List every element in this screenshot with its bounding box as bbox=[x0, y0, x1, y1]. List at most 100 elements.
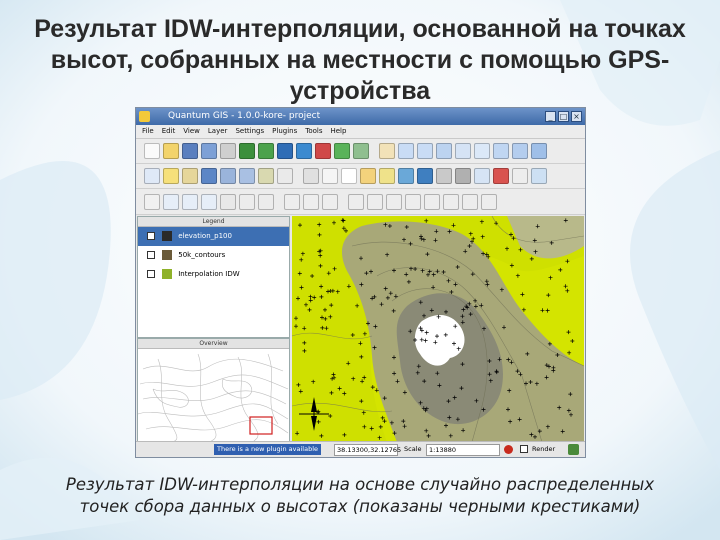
simplify-icon[interactable] bbox=[405, 193, 421, 210]
copy-features-icon[interactable] bbox=[367, 193, 383, 210]
layer-name: 50k_contours bbox=[178, 251, 226, 259]
scale-bar-icon[interactable] bbox=[360, 168, 376, 184]
layer-item-contours[interactable]: 50k_contours bbox=[138, 246, 289, 265]
zoom-out-icon[interactable] bbox=[417, 143, 433, 159]
plugin-update-message[interactable]: There is a new plugin available bbox=[214, 444, 322, 455]
select-icon[interactable] bbox=[163, 168, 179, 184]
gps-icon[interactable] bbox=[379, 168, 395, 184]
new-vector-icon[interactable] bbox=[334, 143, 350, 159]
maximize-button[interactable]: □ bbox=[558, 111, 569, 122]
layer-name: elevation_p100 bbox=[178, 232, 232, 240]
raster-layer-icon bbox=[162, 269, 172, 279]
open-project-icon[interactable] bbox=[163, 143, 179, 159]
scale-input[interactable]: 1:13880 bbox=[426, 444, 500, 456]
point-layer-icon bbox=[162, 231, 172, 241]
menubar: File Edit View Layer Settings Plugins To… bbox=[136, 125, 585, 139]
window-title: Quantum GIS - 1.0.0-kore- project bbox=[168, 111, 321, 121]
rotate-icon[interactable] bbox=[481, 193, 497, 210]
paste-features-icon[interactable] bbox=[386, 193, 402, 210]
menu-tools[interactable]: Tools bbox=[305, 125, 322, 138]
layer-item-elevation[interactable]: elevation_p100 bbox=[138, 227, 289, 246]
layer-visibility-checkbox[interactable] bbox=[147, 251, 155, 259]
pan-icon[interactable] bbox=[379, 143, 395, 159]
measure-area-icon[interactable] bbox=[239, 168, 255, 184]
add-island-icon[interactable] bbox=[258, 193, 274, 210]
refresh-icon[interactable] bbox=[512, 143, 528, 159]
layer-visibility-checkbox[interactable] bbox=[147, 270, 155, 278]
measure-line-icon[interactable] bbox=[220, 168, 236, 184]
legend-header: Legend bbox=[138, 217, 289, 227]
menu-file[interactable]: File bbox=[142, 125, 154, 138]
save-project-icon[interactable] bbox=[182, 143, 198, 159]
bookmark-icon[interactable] bbox=[277, 168, 293, 184]
help-icon[interactable] bbox=[531, 143, 547, 159]
map-canvas[interactable] bbox=[292, 216, 584, 442]
reshape-icon[interactable] bbox=[462, 193, 478, 210]
slide-caption: Результат IDW-интерполяции на основе слу… bbox=[65, 475, 655, 516]
split-features-icon[interactable] bbox=[424, 193, 440, 210]
layer-properties-icon[interactable] bbox=[353, 143, 369, 159]
toggle-editing-icon[interactable] bbox=[144, 193, 160, 210]
stop-render-icon[interactable] bbox=[504, 445, 513, 454]
add-postgis-icon[interactable] bbox=[277, 143, 293, 159]
add-vertex-icon[interactable] bbox=[284, 193, 300, 210]
grass-icon[interactable] bbox=[398, 168, 414, 184]
layer-visibility-checkbox[interactable] bbox=[147, 232, 155, 240]
add-ring-icon[interactable] bbox=[239, 193, 255, 210]
raster-terrain-icon[interactable] bbox=[455, 168, 471, 184]
menu-help[interactable]: Help bbox=[330, 125, 346, 138]
legend-panel: Legend elevation_p100 50k_contours Inter… bbox=[137, 216, 290, 338]
projection-icon[interactable] bbox=[568, 444, 579, 455]
move-feature-icon[interactable] bbox=[220, 193, 236, 210]
menu-settings[interactable]: Settings bbox=[235, 125, 264, 138]
capture-point-icon[interactable] bbox=[163, 193, 179, 210]
move-vertex-icon[interactable] bbox=[303, 193, 319, 210]
menu-layer[interactable]: Layer bbox=[208, 125, 228, 138]
identify-icon[interactable] bbox=[144, 168, 160, 184]
remove-layer-icon[interactable] bbox=[315, 143, 331, 159]
line-tool-icon[interactable] bbox=[512, 168, 528, 184]
close-button[interactable]: × bbox=[571, 111, 582, 122]
new-project-icon[interactable] bbox=[144, 143, 160, 159]
pdf-export-icon[interactable] bbox=[493, 168, 509, 184]
menu-plugins[interactable]: Plugins bbox=[272, 125, 297, 138]
save-as-icon[interactable] bbox=[201, 143, 217, 159]
add-vector-icon[interactable] bbox=[239, 143, 255, 159]
map-tips-icon[interactable] bbox=[258, 168, 274, 184]
statusbar: There is a new plugin available 38.13300… bbox=[136, 441, 585, 457]
slide-title: Результат IDW-интерполяции, основанной н… bbox=[34, 15, 686, 105]
plugin-icon[interactable] bbox=[303, 168, 319, 184]
window-titlebar: Quantum GIS - 1.0.0-kore- project _ □ × bbox=[136, 108, 585, 125]
node-tool-icon[interactable] bbox=[443, 193, 459, 210]
plugin-extra-icon[interactable] bbox=[531, 168, 547, 184]
attribute-table-icon[interactable] bbox=[201, 168, 217, 184]
interpolation-icon[interactable] bbox=[436, 168, 452, 184]
overview-panel[interactable]: Overview bbox=[137, 338, 290, 442]
deselect-icon[interactable] bbox=[182, 168, 198, 184]
zoom-layer-icon[interactable] bbox=[474, 143, 490, 159]
menu-view[interactable]: View bbox=[183, 125, 200, 138]
zoom-last-icon[interactable] bbox=[493, 143, 509, 159]
render-checkbox[interactable] bbox=[520, 445, 528, 453]
render-label: Render bbox=[532, 445, 556, 453]
capture-line-icon[interactable] bbox=[182, 193, 198, 210]
copyright-icon[interactable] bbox=[322, 168, 338, 184]
menu-edit[interactable]: Edit bbox=[162, 125, 176, 138]
capture-polygon-icon[interactable] bbox=[201, 193, 217, 210]
add-raster-icon[interactable] bbox=[258, 143, 274, 159]
zoom-in-icon[interactable] bbox=[398, 143, 414, 159]
print-composer-icon[interactable] bbox=[220, 143, 236, 159]
georeferencer-icon[interactable] bbox=[417, 168, 433, 184]
layer-item-interpolation[interactable]: Interpolation IDW bbox=[138, 265, 289, 284]
line-layer-icon bbox=[162, 250, 172, 260]
cut-features-icon[interactable] bbox=[348, 193, 364, 210]
zoom-full-icon[interactable] bbox=[436, 143, 452, 159]
spit-icon[interactable] bbox=[474, 168, 490, 184]
delete-vertex-icon[interactable] bbox=[322, 193, 338, 210]
toolbar-file-nav bbox=[136, 139, 585, 164]
add-wms-icon[interactable] bbox=[296, 143, 312, 159]
minimize-button[interactable]: _ bbox=[545, 111, 556, 122]
north-arrow-icon[interactable] bbox=[341, 168, 357, 184]
scale-label: Scale bbox=[404, 445, 422, 453]
zoom-selection-icon[interactable] bbox=[455, 143, 471, 159]
